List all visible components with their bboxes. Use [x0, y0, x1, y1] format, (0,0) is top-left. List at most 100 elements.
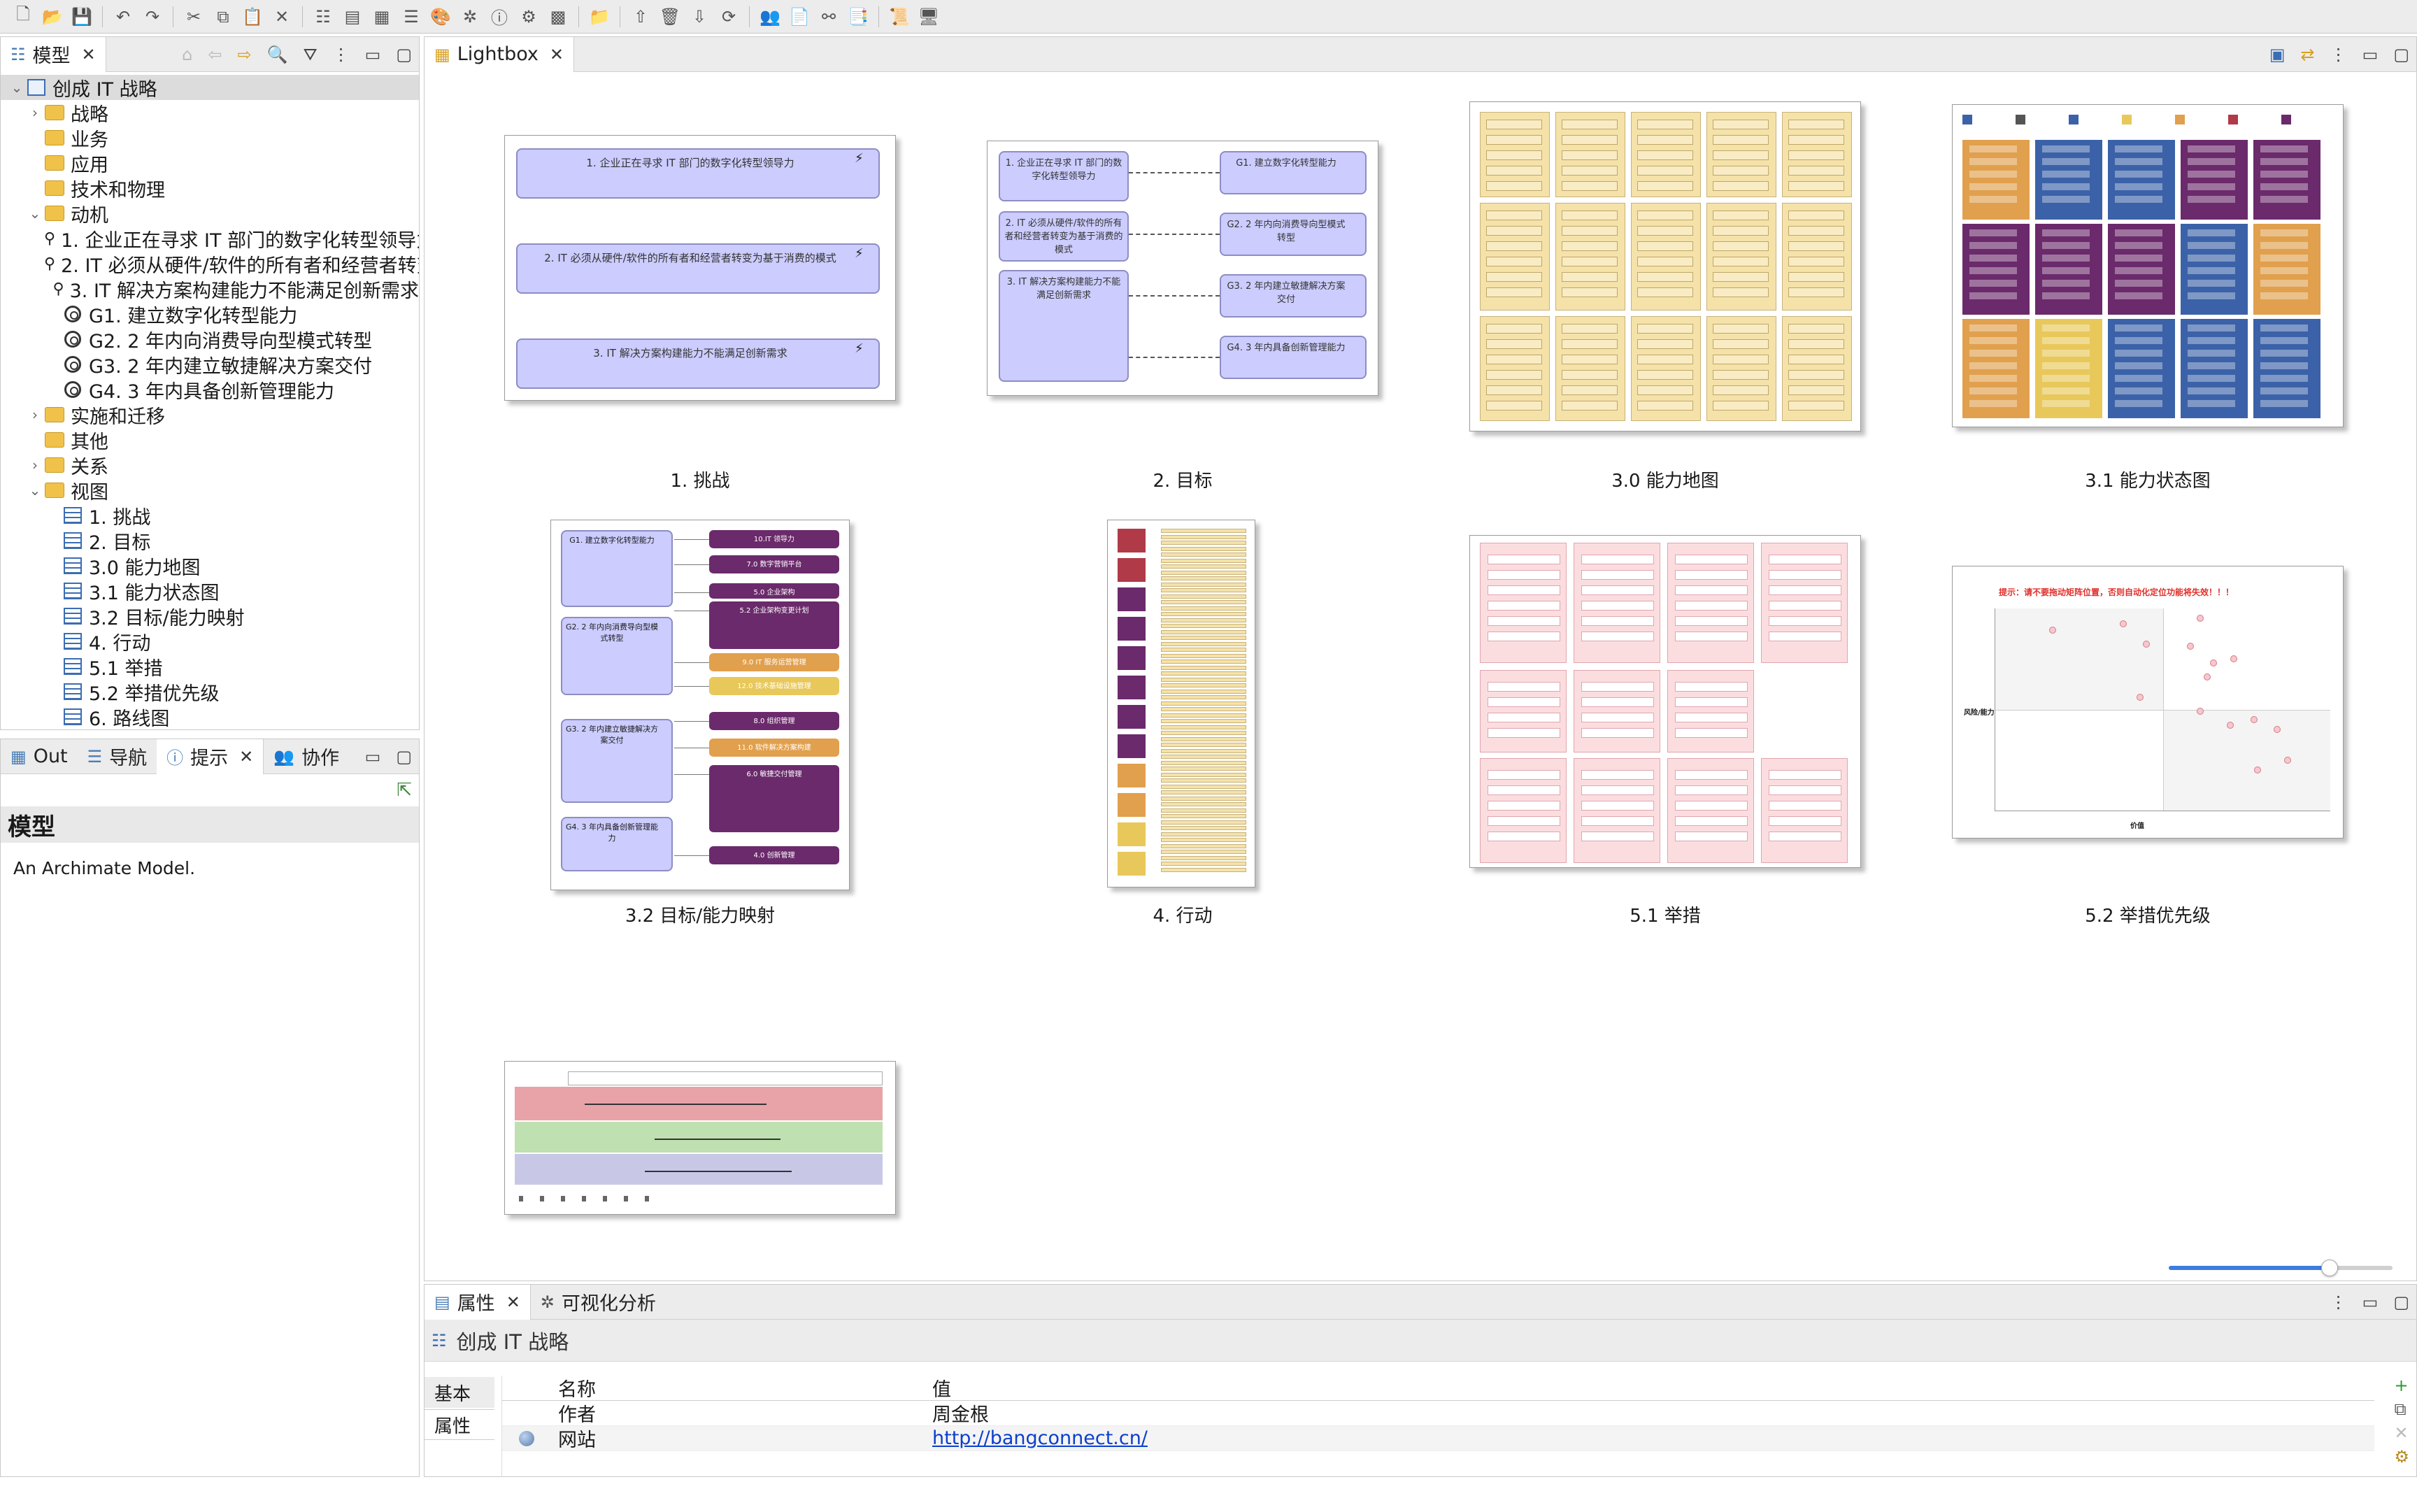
- tab-hints[interactable]: ⓘ 提示 ✕: [157, 739, 264, 774]
- minimize-icon[interactable]: ▭: [365, 747, 381, 766]
- column-header-value[interactable]: 值: [925, 1374, 2374, 1402]
- maximize-icon[interactable]: ▢: [2393, 45, 2409, 64]
- home-icon[interactable]: ⌂: [182, 45, 192, 64]
- tree-item[interactable]: ⌄ 动机: [1, 201, 419, 227]
- chevron-right-icon[interactable]: ›: [26, 104, 44, 121]
- delete-icon[interactable]: ✕: [269, 4, 294, 29]
- paste-icon[interactable]: 📋: [240, 4, 265, 29]
- new-icon[interactable]: 🗋: [10, 4, 36, 29]
- website-link[interactable]: http://bangconnect.cn/: [932, 1427, 1148, 1449]
- tab-properties[interactable]: ▤ 属性 ✕: [425, 1284, 531, 1320]
- collab-refresh-icon[interactable]: ⟳: [716, 4, 741, 29]
- copy-icon[interactable]: ⧉: [2394, 1399, 2409, 1419]
- view-menu-icon[interactable]: ⋮: [333, 45, 350, 64]
- forward-icon[interactable]: ⇨: [237, 45, 251, 64]
- filter-icon[interactable]: ⛛: [303, 45, 317, 64]
- thumbnail-goal-capability-mapping[interactable]: G1. 建立数字化转型能力 G2. 2 年内向消费导向型模式转型 G3. 2 年内建…: [550, 520, 850, 890]
- minimize-icon[interactable]: ▭: [2362, 45, 2379, 64]
- collab-commit-icon[interactable]: ⇧: [628, 4, 653, 29]
- tree-item[interactable]: G3. 2 年内建立敏捷解决方案交付: [1, 352, 419, 378]
- thumbnail-challenges[interactable]: 1. 企业正在寻求 IT 部门的数字化转型领导力 ⚡ 2. IT 必须从硬件/软件的…: [504, 135, 896, 401]
- model-tree-icon[interactable]: ☷: [311, 4, 336, 29]
- chevron-down-icon[interactable]: ⌄: [8, 79, 26, 96]
- tree-item[interactable]: 5.1 举措: [1, 654, 419, 680]
- maximize-icon[interactable]: ▢: [2393, 1292, 2409, 1312]
- thumbnail-initiatives[interactable]: [1469, 535, 1861, 868]
- search-icon[interactable]: 🔍: [267, 45, 288, 64]
- analysis-icon[interactable]: ✲: [457, 4, 483, 29]
- close-icon[interactable]: ✕: [239, 747, 253, 766]
- report-icon[interactable]: 📑: [846, 4, 871, 29]
- open-folder-icon[interactable]: 📂: [40, 4, 65, 29]
- navigator-icon[interactable]: ☰: [399, 4, 424, 29]
- tab-lightbox[interactable]: ▦ Lightbox ✕: [425, 36, 574, 72]
- maximize-icon[interactable]: ▢: [396, 45, 412, 64]
- minimize-icon[interactable]: ▭: [2362, 1292, 2379, 1312]
- property-name[interactable]: 作者: [551, 1399, 925, 1427]
- monitor-icon[interactable]: 🖥: [916, 4, 941, 29]
- remove-icon[interactable]: ✕: [2394, 1423, 2409, 1443]
- tree-item[interactable]: ⚲ 2. IT 必须从硬件/软件的所有者和经营者转变为基于消费的模式: [1, 251, 419, 277]
- tree-item[interactable]: ⌄ 视图: [1, 478, 419, 504]
- tree-item[interactable]: 4. 行动: [1, 629, 419, 655]
- minimize-icon[interactable]: ▭: [365, 45, 381, 64]
- side-tab-basic[interactable]: 基本: [425, 1377, 494, 1408]
- collab-import-icon[interactable]: ⇩: [687, 4, 712, 29]
- cut-icon[interactable]: ✂: [181, 4, 206, 29]
- tree-item[interactable]: 1. 挑战: [1, 503, 419, 529]
- tab-collaboration[interactable]: 👥 协作: [264, 739, 349, 774]
- column-header-name[interactable]: 名称: [551, 1374, 925, 1402]
- tree-item[interactable]: 3.1 能力状态图: [1, 578, 419, 604]
- tree-item[interactable]: 技术和物理: [1, 176, 419, 201]
- thumbnail-initiative-priority[interactable]: 提示：请不要拖动矩阵位置，否则自动化定位功能将失效！！！ 风险/能力 价值: [1952, 566, 2344, 839]
- save-icon[interactable]: 💾: [69, 4, 94, 29]
- maximize-icon[interactable]: ▢: [396, 747, 412, 766]
- tab-navigator[interactable]: ☰ 导航: [78, 739, 157, 774]
- pin-icon[interactable]: ⇱: [397, 780, 412, 801]
- view-menu-icon[interactable]: ⋮: [2330, 45, 2347, 64]
- network-icon[interactable]: ⚯: [816, 4, 841, 29]
- collab-delete-icon[interactable]: 🗑: [657, 4, 683, 29]
- close-icon[interactable]: ✕: [506, 1292, 520, 1312]
- tree-item[interactable]: 业务: [1, 125, 419, 151]
- back-icon[interactable]: ⇦: [208, 45, 222, 64]
- outline-icon[interactable]: ▦: [369, 4, 394, 29]
- tree-item[interactable]: › 实施和迁移: [1, 402, 419, 428]
- table-row[interactable]: 作者 周金根: [502, 1401, 2374, 1426]
- tree-item[interactable]: 其他: [1, 427, 419, 453]
- sync-icon[interactable]: ⇄: [2301, 45, 2315, 64]
- tree-item[interactable]: G4. 3 年内具备创新管理能力: [1, 377, 419, 403]
- info-icon[interactable]: ⓘ: [487, 4, 512, 29]
- chevron-down-icon[interactable]: ⌄: [26, 482, 44, 499]
- chevron-right-icon[interactable]: ›: [26, 457, 44, 473]
- tree-item[interactable]: 3.0 能力地图: [1, 553, 419, 579]
- new-view-icon[interactable]: 📁: [587, 4, 612, 29]
- zoom-slider[interactable]: [2169, 1260, 2393, 1276]
- grid-icon[interactable]: ▩: [546, 4, 571, 29]
- table-row[interactable]: 网站 http://bangconnect.cn/: [502, 1426, 2374, 1451]
- tree-item[interactable]: 3.2 目标/能力映射: [1, 604, 419, 629]
- people-icon[interactable]: 👥: [757, 4, 783, 29]
- tree-item[interactable]: G2. 2 年内向消费导向型模式转型: [1, 327, 419, 352]
- tree-item[interactable]: ⚲ 3. IT 解决方案构建能力不能满足创新需求: [1, 276, 419, 302]
- tab-visual-analysis[interactable]: ✲ 可视化分析: [531, 1285, 666, 1320]
- thumbnail-actions[interactable]: [1107, 520, 1255, 887]
- model-tree[interactable]: ⌄ 创成 IT 战略 › 战略 业务 应用 技术和物理 ⌄ 动机 ⚲ 1. 企业正在寻求 IT 部门…: [1, 75, 419, 729]
- thumbnail-roadmap[interactable]: [504, 1061, 896, 1215]
- view-menu-icon[interactable]: ⋮: [2330, 1292, 2347, 1312]
- property-value[interactable]: 周金根: [925, 1399, 2374, 1427]
- undo-icon[interactable]: ↶: [110, 4, 136, 29]
- tree-item[interactable]: 5.2 举措优先级: [1, 679, 419, 705]
- tree-item[interactable]: 应用: [1, 150, 419, 176]
- tree-item[interactable]: G1. 建立数字化转型能力: [1, 301, 419, 327]
- copy-icon[interactable]: ⧉: [211, 4, 236, 29]
- script-icon[interactable]: 📜: [887, 4, 912, 29]
- tab-outline[interactable]: ▦ Out: [1, 739, 78, 774]
- add-icon[interactable]: +: [2394, 1376, 2409, 1395]
- tree-item[interactable]: › 关系: [1, 452, 419, 478]
- property-value-link[interactable]: http://bangconnect.cn/: [925, 1427, 2374, 1449]
- palette-icon[interactable]: 🎨: [428, 4, 453, 29]
- chevron-down-icon[interactable]: ⌄: [26, 205, 44, 222]
- document-icon[interactable]: 📄: [787, 4, 812, 29]
- tab-model-tree[interactable]: ☷ 模型 ✕: [1, 36, 106, 72]
